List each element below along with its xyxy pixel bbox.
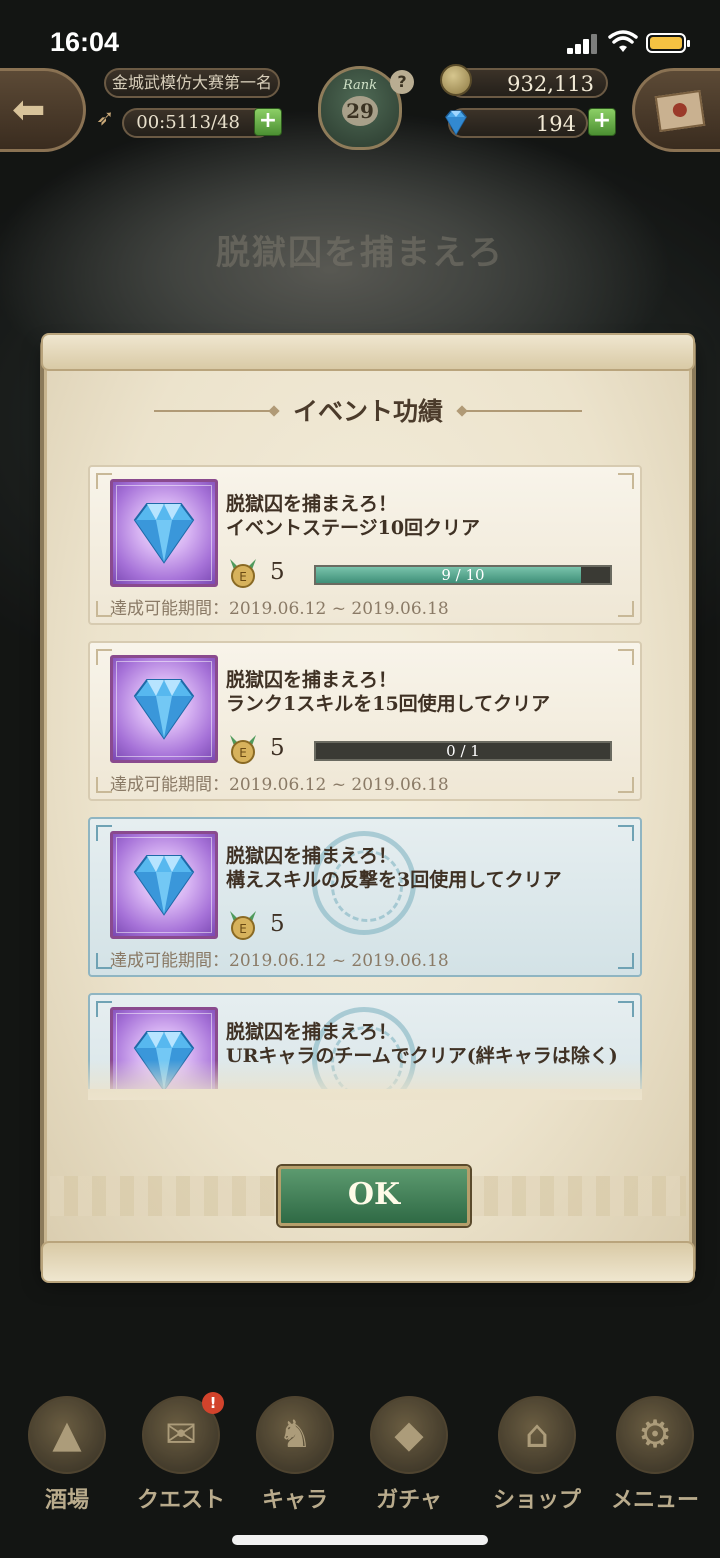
- diamond-icon: [133, 503, 195, 564]
- battery-icon: [646, 33, 690, 53]
- achievement-description: 構えスキルの反撃を3回使用してクリア: [226, 869, 562, 891]
- nav-label: 酒場: [44, 1487, 89, 1513]
- achievement-period: 達成可能期間：2019.06.12 ~ 2019.06.18: [110, 775, 449, 795]
- reward-item-frame: [110, 831, 218, 939]
- achievement-title: 脱獄囚を捕まえろ！: [226, 669, 398, 691]
- diamond-icon: [133, 679, 195, 740]
- nav-label: メニュー: [610, 1487, 699, 1513]
- helmet-icon: ♞: [256, 1396, 334, 1474]
- mail-button[interactable]: [632, 68, 720, 152]
- bottom-nav: ▲ 酒場 ✉ ! クエスト ♞ キャラ ◆ ガチャ ⌂ ショップ ⚙ メニュー: [0, 1390, 720, 1520]
- medal-icon: E: [230, 911, 256, 940]
- diamond-icon: [445, 110, 467, 136]
- medal-icon: E: [230, 559, 256, 588]
- gem-value: 194: [535, 112, 576, 136]
- player-title: 金城武模仿大赛第一名: [104, 68, 280, 98]
- achievement-card: 脱獄囚を捕まえろ！ ランク1スキルを15回使用してクリア E 5 0 / 1 達…: [88, 641, 642, 801]
- reward-amount: 5: [270, 911, 285, 937]
- nav-label: クエスト: [136, 1487, 225, 1513]
- achievement-period: 達成可能期間：2019.06.12 ~ 2019.06.18: [110, 951, 449, 971]
- achievement-description: ランク1スキルを15回使用してクリア: [226, 693, 551, 715]
- reward-item-frame: [110, 655, 218, 763]
- crystal-icon: ◆: [370, 1396, 448, 1474]
- medal-icon: E: [230, 735, 256, 764]
- back-arrow-icon: ⬅: [12, 87, 46, 133]
- progress-text: 9 / 10: [441, 566, 485, 584]
- achievement-title: 脱獄囚を捕まえろ！: [226, 845, 398, 867]
- tavern-icon: ▲: [28, 1396, 106, 1474]
- svg-text:E: E: [239, 570, 247, 584]
- nav-characters[interactable]: ♞ キャラ: [240, 1390, 350, 1516]
- achievement-title: 脱獄囚を捕まえろ！: [226, 493, 398, 515]
- achievement-period: 達成可能期間：2019.06.12 ~ 2019.06.18: [110, 599, 449, 619]
- achievement-card-completed: 脱獄囚を捕まえろ！ 構えスキルの反撃を3回使用してクリア E 5 達成可能期間：…: [88, 817, 642, 977]
- achievement-title: 脱獄囚を捕まえろ！: [226, 1021, 398, 1043]
- progress-text: 0 / 1: [446, 742, 480, 760]
- svg-text:E: E: [239, 922, 247, 936]
- ok-button[interactable]: OK: [278, 1166, 470, 1226]
- dialog-title: イベント功績: [292, 397, 443, 426]
- gem-plus-button[interactable]: +: [588, 108, 616, 136]
- nav-label: キャラ: [261, 1487, 328, 1513]
- help-icon[interactable]: ?: [390, 70, 414, 94]
- rank-value: 29: [342, 96, 378, 126]
- achievement-list[interactable]: 脱獄囚を捕まえろ！ イベントステージ10回クリア E 5 9 / 10 達成可能…: [88, 465, 642, 1089]
- nav-menu[interactable]: ⚙ メニュー: [600, 1390, 710, 1516]
- back-button[interactable]: ⬅: [0, 68, 86, 152]
- reward-amount: 5: [270, 559, 285, 585]
- stamina-value: 00:5113/48: [136, 112, 240, 133]
- alert-badge: !: [202, 1392, 224, 1414]
- reward-amount: 5: [270, 735, 285, 761]
- clock: 16:04: [50, 27, 120, 57]
- nav-label: ショップ: [492, 1487, 581, 1513]
- diamond-icon: [133, 855, 195, 916]
- wifi-icon: [608, 30, 638, 52]
- stamina-display: 00:5113/48: [122, 108, 272, 138]
- gold-display: 932,113: [448, 68, 608, 98]
- progress-bar: 0 / 1: [314, 741, 612, 761]
- shop-sign-icon: ⌂: [498, 1396, 576, 1474]
- top-hud: ⬅ 金城武模仿大赛第一名 ➶ 00:5113/48 + Rank 29 ? 93…: [0, 60, 720, 156]
- stamina-plus-button[interactable]: +: [254, 108, 282, 136]
- list-fade: [88, 1060, 642, 1100]
- achievement-card: 脱獄囚を捕まえろ！ イベントステージ10回クリア E 5 9 / 10 達成可能…: [88, 465, 642, 625]
- nav-shop[interactable]: ⌂ ショップ: [482, 1390, 592, 1516]
- progress-bar: 9 / 10: [314, 565, 612, 585]
- envelope-icon: [654, 89, 706, 133]
- nav-gacha[interactable]: ◆ ガチャ: [354, 1390, 464, 1516]
- nav-tavern[interactable]: ▲ 酒場: [12, 1390, 122, 1516]
- achievements-dialog: イベント功績 脱獄囚を捕まえろ！ イベントステージ10回クリア E 5 9 / …: [41, 333, 695, 1283]
- svg-text:E: E: [239, 746, 247, 760]
- coin-icon: [440, 64, 472, 96]
- achievement-description: イベントステージ10回クリア: [226, 517, 481, 539]
- nav-quest[interactable]: ✉ ! クエスト: [126, 1390, 236, 1516]
- nav-label: ガチャ: [376, 1487, 442, 1513]
- home-indicator[interactable]: [232, 1535, 488, 1545]
- gear-icon: ⚙: [616, 1396, 694, 1474]
- reward-item-frame: [110, 479, 218, 587]
- signal-icon: [567, 34, 603, 54]
- gold-value: 932,113: [507, 72, 594, 96]
